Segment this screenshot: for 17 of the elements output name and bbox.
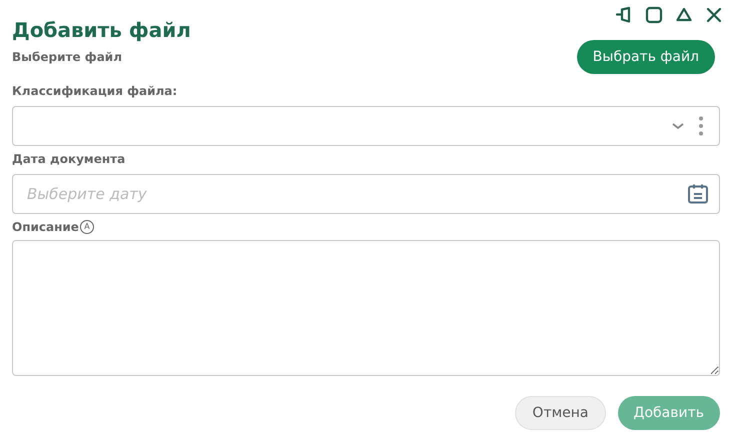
close-icon[interactable] (705, 6, 723, 24)
more-icon[interactable] (699, 116, 703, 136)
classification-label: Классификация файла: (12, 83, 178, 100)
description-field[interactable] (12, 240, 720, 376)
cancel-button[interactable]: Отмена (515, 396, 606, 430)
date-field[interactable]: Выберите дату (12, 174, 720, 214)
plug-icon[interactable] (615, 6, 633, 24)
dialog-title: Добавить файл (12, 17, 191, 44)
choose-file-button[interactable]: Выбрать файл (576, 40, 715, 74)
maximize-icon[interactable] (645, 6, 663, 24)
description-label: Описание (12, 219, 79, 236)
chevron-down-icon (671, 121, 685, 131)
file-label: Выберите файл (12, 49, 122, 66)
date-label: Дата документа (12, 151, 126, 168)
triangle-icon[interactable] (675, 6, 693, 24)
calendar-icon[interactable] (686, 182, 710, 206)
auto-badge: A (80, 220, 94, 234)
